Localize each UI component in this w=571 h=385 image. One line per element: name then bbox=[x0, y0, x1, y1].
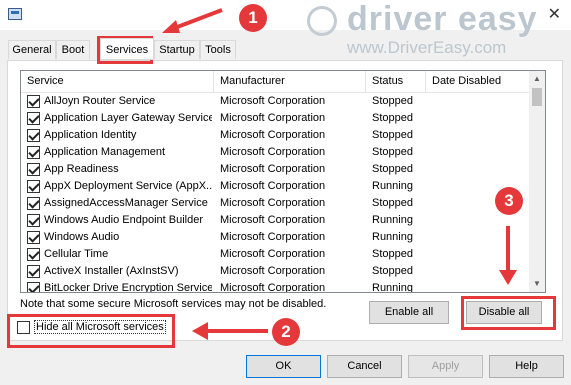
step-badge-2: 2 bbox=[272, 318, 300, 346]
arrow-to-services-tab bbox=[171, 8, 223, 31]
arrow-head-1 bbox=[162, 20, 180, 33]
tab-services[interactable]: Services bbox=[100, 38, 154, 60]
step-badge-3: 3 bbox=[495, 187, 523, 215]
arrow-head-2 bbox=[192, 322, 208, 340]
arrow-head-3 bbox=[499, 270, 517, 285]
step-badge-1: 1 bbox=[239, 4, 267, 32]
